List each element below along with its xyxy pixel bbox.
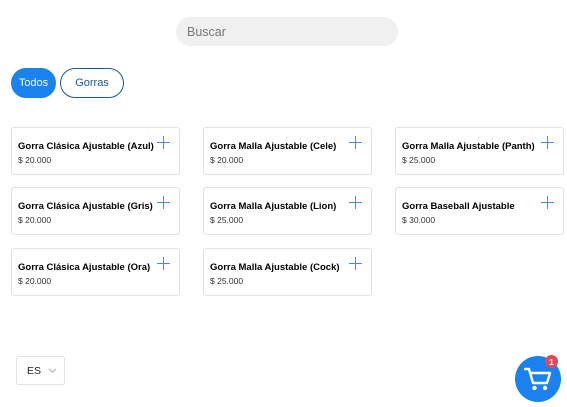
plus-icon[interactable] [157, 136, 170, 149]
product-card[interactable]: Gorra Clásica Ajustable (Azul) $ 20.000 [11, 127, 180, 175]
plus-icon[interactable] [157, 257, 170, 270]
product-card[interactable]: Gorra Clásica Ajustable (Ora) $ 20.000 [11, 248, 180, 296]
language-select[interactable]: ES [16, 356, 65, 385]
filter-chip-all[interactable]: Todos [11, 68, 56, 98]
language-code: ES [27, 364, 42, 377]
product-price: $ 30.000 [402, 215, 436, 225]
product-card[interactable]: Gorra Malla Ajustable (Lion) $ 25.000 [203, 187, 372, 235]
product-card[interactable]: Gorra Malla Ajustable (Cock) $ 25.000 [203, 248, 372, 296]
plus-icon[interactable] [541, 196, 554, 209]
plus-icon[interactable] [157, 196, 170, 209]
product-name: Gorra Clásica Ajustable (Ora) [18, 262, 151, 273]
product-name: Gorra Malla Ajustable (Lion) [210, 201, 337, 212]
product-name: Gorra Malla Ajustable (Cock) [210, 262, 340, 273]
plus-icon[interactable] [349, 196, 362, 209]
filter-chip-caps[interactable]: Gorras [60, 68, 124, 98]
product-name: Gorra Baseball Ajustable [402, 201, 515, 212]
product-card[interactable]: Gorra Malla Ajustable (Panth) $ 25.000 [395, 127, 564, 175]
product-price: $ 20.000 [210, 155, 244, 165]
product-price: $ 20.000 [18, 155, 52, 165]
product-price: $ 25.000 [210, 215, 244, 225]
search-input[interactable] [176, 17, 398, 46]
product-name: Gorra Malla Ajustable (Cele) [210, 141, 337, 152]
product-card[interactable]: Gorra Malla Ajustable (Cele) $ 20.000 [203, 127, 372, 175]
product-price: $ 25.000 [210, 276, 244, 286]
cart-count-badge: 1 [545, 355, 558, 368]
plus-icon[interactable] [349, 136, 362, 149]
cart-icon [524, 367, 552, 391]
product-card[interactable]: Gorra Baseball Ajustable $ 30.000 [395, 187, 564, 235]
product-price: $ 20.000 [18, 276, 52, 286]
product-name: Gorra Clásica Ajustable (Azul) [18, 141, 154, 152]
product-name: Gorra Malla Ajustable (Panth) [402, 141, 535, 152]
plus-icon[interactable] [349, 257, 362, 270]
product-card[interactable]: Gorra Clásica Ajustable (Gris) $ 20.000 [11, 187, 180, 235]
plus-icon[interactable] [541, 136, 554, 149]
product-name: Gorra Clásica Ajustable (Gris) [18, 201, 153, 212]
chevron-down-icon [48, 368, 57, 374]
product-price: $ 20.000 [18, 215, 52, 225]
product-price: $ 25.000 [402, 155, 436, 165]
